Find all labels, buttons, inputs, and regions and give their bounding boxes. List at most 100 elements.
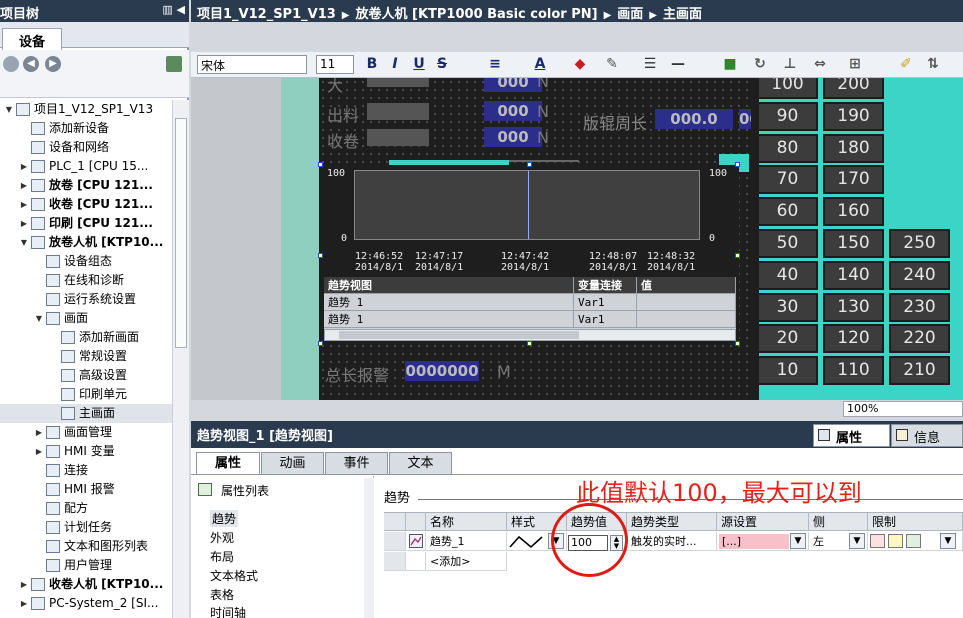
col-header-side[interactable]: 侧 xyxy=(809,513,868,531)
side-item-appearance[interactable]: 外观 xyxy=(210,529,234,546)
number-button[interactable]: 30 xyxy=(757,292,818,322)
line-width-icon[interactable]: — xyxy=(669,55,687,74)
number-button[interactable]: 60 xyxy=(757,197,818,227)
tree-item[interactable]: ▶ 收卷 [CPU 121... xyxy=(0,195,172,214)
tree-item[interactable]: ▶ PLC_1 [CPU 15... xyxy=(0,157,172,176)
tab-info[interactable]: 信息 xyxy=(891,424,963,447)
fill-color-icon[interactable]: ◆ xyxy=(571,55,589,74)
resize-handle[interactable] xyxy=(735,253,740,258)
number-button[interactable]: 40 xyxy=(757,260,818,290)
tree-item[interactable]: 设备组态 xyxy=(0,252,172,271)
trend-table-header[interactable]: 趋势视图 xyxy=(324,277,574,294)
bring-front-icon[interactable]: ■ xyxy=(721,55,739,74)
tree-view-icon[interactable] xyxy=(166,56,182,72)
tree-item[interactable]: 印刷单元 xyxy=(0,385,172,404)
col-header-source[interactable]: 源设置 xyxy=(717,513,809,531)
tree-item[interactable]: ▶ PC-System_2 [SI... xyxy=(0,594,172,613)
number-button[interactable]: 20 xyxy=(757,324,818,354)
layers-icon[interactable]: ⇅ xyxy=(924,55,942,74)
tree-item[interactable]: 添加新设备 xyxy=(0,119,172,138)
top-value-field[interactable]: 000 xyxy=(484,78,542,92)
tree-item[interactable]: 计划任务 xyxy=(0,518,172,537)
col-header-limits[interactable]: 限制 xyxy=(868,513,963,531)
brush-icon[interactable]: ✐ xyxy=(897,55,915,74)
tree-item[interactable]: ▶ HMI 变量 xyxy=(0,442,172,461)
collapsed-arrow-icon[interactable]: ▶ xyxy=(19,176,29,195)
col-header-name[interactable]: 名称 xyxy=(426,513,507,531)
tab-properties[interactable]: 属性 xyxy=(196,452,260,475)
side-item-text-format[interactable]: 文本格式 xyxy=(210,567,258,584)
collapsed-arrow-icon[interactable]: ▶ xyxy=(34,442,44,461)
italic-button[interactable]: I xyxy=(386,55,404,74)
tree-item[interactable]: 文本和图形列表 xyxy=(0,537,172,556)
expanded-arrow-icon[interactable]: ▼ xyxy=(34,309,44,328)
resize-handle[interactable] xyxy=(527,341,532,346)
tree-scrollbar-thumb[interactable] xyxy=(175,118,187,348)
trend-table-header[interactable]: 变量连接 xyxy=(574,277,637,294)
tree-item[interactable]: 添加新画面 xyxy=(0,328,172,347)
number-button[interactable]: 190 xyxy=(823,101,884,131)
number-button[interactable]: 130 xyxy=(823,292,884,322)
collapsed-arrow-icon[interactable]: ▶ xyxy=(19,195,29,214)
tree-item[interactable]: 运行系统设置 xyxy=(0,290,172,309)
number-button[interactable]: 10 xyxy=(757,356,818,386)
number-button[interactable]: 200 xyxy=(823,78,884,99)
strikethrough-button[interactable]: S xyxy=(433,55,451,74)
forward-icon[interactable]: ▶ xyxy=(45,56,61,72)
expanded-arrow-icon[interactable]: ▼ xyxy=(4,100,14,119)
tree-item[interactable]: 在线和诊断 xyxy=(0,271,172,290)
bold-button[interactable]: B xyxy=(363,55,381,74)
resize-handle[interactable] xyxy=(527,162,532,167)
limit-lower-icon[interactable] xyxy=(906,534,921,548)
tree-scrollbar[interactable] xyxy=(172,100,189,618)
number-button[interactable]: 180 xyxy=(823,133,884,163)
number-button[interactable]: 230 xyxy=(889,292,950,322)
col-header-trend-type[interactable]: 趋势类型 xyxy=(627,513,717,531)
align-button[interactable]: ≡ xyxy=(486,55,504,74)
number-button[interactable]: 210 xyxy=(889,356,950,386)
number-button[interactable]: 220 xyxy=(889,324,950,354)
tree-item[interactable]: 高级设置 xyxy=(0,366,172,385)
limits-dropdown-icon[interactable]: ▼ xyxy=(940,533,956,549)
tree-item[interactable]: 主画面 xyxy=(0,404,172,423)
trend-table-scrollbar-thumb[interactable] xyxy=(339,331,579,339)
zoom-level[interactable]: 100% xyxy=(843,401,963,417)
number-button[interactable]: 120 xyxy=(823,324,884,354)
breadcrumb-item[interactable]: 画面 xyxy=(617,7,643,22)
align-objects-icon[interactable]: ⊥ xyxy=(781,55,799,74)
tree-item[interactable]: 设备和网络 xyxy=(0,138,172,157)
number-button[interactable]: 90 xyxy=(757,101,818,131)
distribute-icon[interactable]: ⇔ xyxy=(811,55,829,74)
screen-editor-canvas[interactable]: 000 N 大 出料 000 N 收卷 000 N 版辊周长 000.0 000… xyxy=(191,78,963,400)
row-selector[interactable] xyxy=(384,532,406,551)
new-icon[interactable] xyxy=(3,56,19,72)
number-button[interactable]: 80 xyxy=(757,133,818,163)
resize-handle[interactable] xyxy=(735,341,740,346)
font-name-select[interactable]: 宋体 xyxy=(197,55,307,74)
expanded-arrow-icon[interactable]: ▼ xyxy=(19,233,29,252)
side-item-time-axis[interactable]: 时间轴 xyxy=(210,604,246,618)
font-size-select[interactable]: 11 xyxy=(316,55,354,74)
source-cell[interactable]: [...] ▼ xyxy=(717,532,809,551)
side-dropdown-icon[interactable]: ▼ xyxy=(849,533,865,549)
source-value[interactable]: [...] xyxy=(719,534,789,549)
trend-type-cell[interactable]: 触发的实时... xyxy=(627,532,717,551)
trend-view[interactable]: 100 0 100 0 趋势视图 变量连接值趋势 1 Var1 趋势 1 Var1 12… xyxy=(318,162,740,346)
property-list-scrollbar[interactable] xyxy=(364,478,374,618)
tree-item[interactable]: ▶ 放卷 [CPU 121... xyxy=(0,176,172,195)
tree-item[interactable]: ▶ 画面管理 xyxy=(0,423,172,442)
number-button[interactable]: 160 xyxy=(823,197,884,227)
breadcrumb-item[interactable]: 放卷人机 [KTP1000 Basic color PN] xyxy=(356,7,598,22)
tab-texts[interactable]: 文本 xyxy=(389,452,452,475)
output-value-field[interactable]: 000 xyxy=(484,101,542,121)
tree-item[interactable]: ▶ 印刷 [CPU 121... xyxy=(0,214,172,233)
breadcrumb-item[interactable]: 主画面 xyxy=(663,7,702,22)
number-button[interactable]: 140 xyxy=(823,260,884,290)
row-selector[interactable] xyxy=(384,552,406,571)
limit-upper-icon[interactable] xyxy=(870,534,885,548)
resize-handle[interactable] xyxy=(318,253,323,258)
tree-item[interactable]: ▼ 放卷人机 [KTP10... xyxy=(0,233,172,252)
resize-handle[interactable] xyxy=(318,162,323,167)
number-button[interactable]: 240 xyxy=(889,260,950,290)
tab-animation[interactable]: 动画 xyxy=(261,452,324,475)
